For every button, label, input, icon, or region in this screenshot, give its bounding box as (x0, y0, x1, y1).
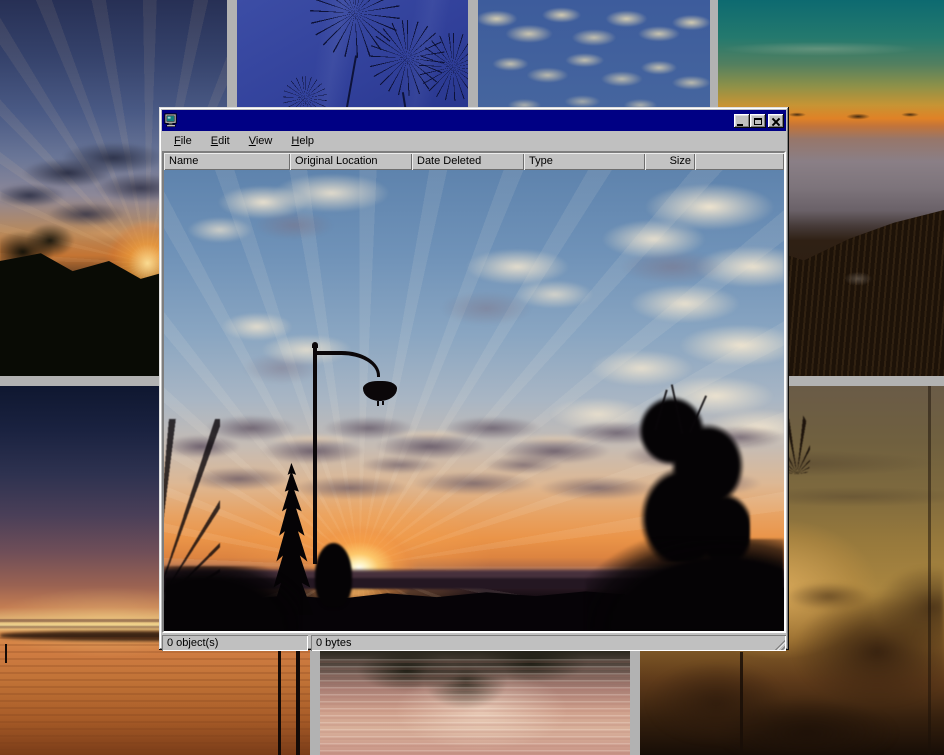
desktop: File Edit View Help Name Original Locati… (0, 0, 944, 755)
street-lamp-fitting (382, 401, 384, 405)
column-header-date-deleted[interactable]: Date Deleted (412, 153, 524, 170)
status-size-panel: 0 bytes (311, 635, 786, 651)
bottom-right-foliage (586, 539, 784, 631)
water-ripples (0, 637, 310, 755)
menu-file[interactable]: File (168, 133, 198, 149)
pole-silhouette (740, 652, 743, 755)
street-lamp-fitting (377, 401, 379, 406)
status-bar: 0 object(s) 0 bytes (162, 635, 786, 651)
close-button[interactable] (768, 114, 784, 128)
resize-grip[interactable] (772, 637, 785, 650)
column-headers: Name Original Location Date Deleted Type… (164, 153, 784, 170)
computer-icon (164, 113, 179, 128)
close-icon (772, 118, 780, 126)
menu-bar: File Edit View Help (162, 131, 786, 151)
status-object-count: 0 object(s) (162, 635, 308, 651)
water-ripples (320, 659, 630, 755)
maximize-button[interactable] (750, 114, 766, 128)
title-bar[interactable] (162, 110, 786, 131)
menu-help[interactable]: Help (285, 133, 320, 149)
status-size-text: 0 bytes (316, 637, 351, 649)
water-pole (278, 641, 281, 755)
bottom-left-foliage (164, 566, 300, 631)
window-controls (734, 114, 784, 128)
column-header-blank[interactable] (695, 153, 784, 170)
minimize-button[interactable] (734, 114, 750, 128)
column-header-original-location[interactable]: Original Location (290, 153, 412, 170)
menu-view[interactable]: View (243, 133, 279, 149)
water-pole (296, 644, 300, 755)
street-lamp-cap (312, 342, 318, 348)
maximize-icon (754, 118, 762, 125)
right-tree-silhouette (638, 387, 750, 562)
file-list-area: Name Original Location Date Deleted Type… (162, 151, 786, 633)
minimize-icon (737, 124, 743, 126)
column-header-name[interactable]: Name (164, 153, 290, 170)
water-pole (5, 644, 7, 662)
window-background-photo (164, 170, 784, 631)
recycle-bin-window[interactable]: File Edit View Help Name Original Locati… (159, 107, 789, 650)
column-header-size[interactable]: Size (645, 153, 695, 170)
street-lamp-pole (313, 347, 317, 564)
column-header-type[interactable]: Type (524, 153, 645, 170)
menu-edit[interactable]: Edit (205, 133, 236, 149)
pole-silhouette (928, 386, 931, 755)
bush-silhouette (315, 543, 352, 608)
